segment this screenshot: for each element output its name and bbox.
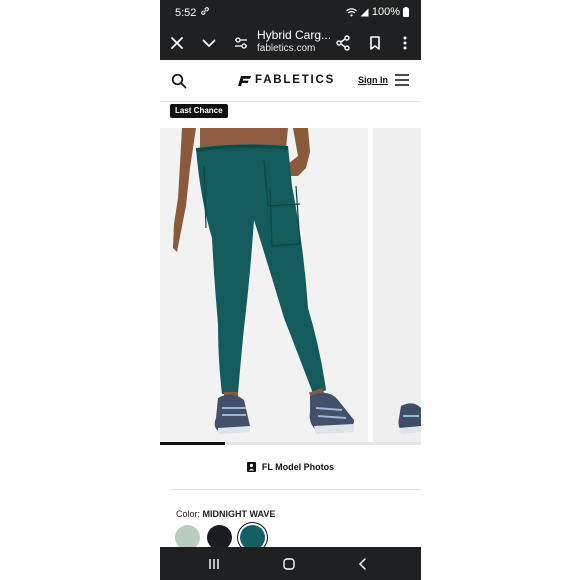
brand-logo[interactable]: FABLETICS — [237, 74, 335, 86]
bookmark-icon[interactable] — [366, 34, 384, 52]
share-icon[interactable] — [334, 34, 352, 52]
brand-name: FABLETICS — [255, 74, 336, 86]
battery-icon — [403, 7, 409, 17]
person-photo-icon — [246, 462, 256, 472]
image-carousel-progress-fill — [160, 442, 226, 445]
color-label: Color: MIDNIGHT WAVE — [176, 509, 275, 519]
product-image-main[interactable] — [160, 128, 368, 444]
menu-icon[interactable] — [395, 74, 409, 86]
phone-screen: 5:52 100% Hybrid Carg... fabletics.com F… — [160, 0, 421, 580]
battery-percent: 100% — [371, 6, 400, 18]
status-indicators: 100% — [345, 6, 409, 18]
site-settings-icon[interactable] — [232, 34, 250, 52]
chevron-down-icon[interactable] — [200, 34, 218, 52]
product-image-next[interactable] — [373, 128, 421, 444]
status-bar: 5:52 100% — [160, 0, 421, 26]
url-domain[interactable]: fabletics.com — [257, 43, 315, 54]
fabletics-logo-icon — [238, 75, 251, 86]
sign-in-link[interactable]: Sign In — [358, 75, 388, 85]
image-carousel-progress — [160, 442, 421, 445]
last-chance-badge: Last Chance — [170, 104, 228, 118]
signal-icon — [360, 8, 369, 16]
back-icon[interactable] — [355, 556, 371, 572]
browser-toolbar: Hybrid Carg... fabletics.com — [160, 26, 421, 60]
search-icon[interactable] — [171, 73, 187, 89]
more-options-icon[interactable] — [396, 34, 414, 52]
status-time: 5:52 — [175, 7, 197, 19]
link-icon — [201, 7, 209, 15]
close-icon[interactable] — [168, 34, 186, 52]
page-title[interactable]: Hybrid Carg... — [257, 28, 331, 42]
selected-color-name: MIDNIGHT WAVE — [202, 509, 276, 519]
model-photos-label: FL Model Photos — [261, 462, 335, 472]
wifi-icon — [345, 7, 357, 16]
model-shoe-image — [398, 403, 421, 434]
home-icon[interactable] — [281, 556, 297, 572]
model-photos-button[interactable]: FL Model Photos — [160, 458, 421, 476]
recent-apps-icon[interactable] — [206, 556, 222, 572]
system-navigation-bar — [160, 547, 421, 580]
section-divider — [170, 489, 421, 490]
color-label-prefix: Color: — [176, 509, 201, 519]
model-in-teal-leggings-image — [173, 128, 354, 434]
site-header: FABLETICS Sign In — [160, 60, 421, 102]
